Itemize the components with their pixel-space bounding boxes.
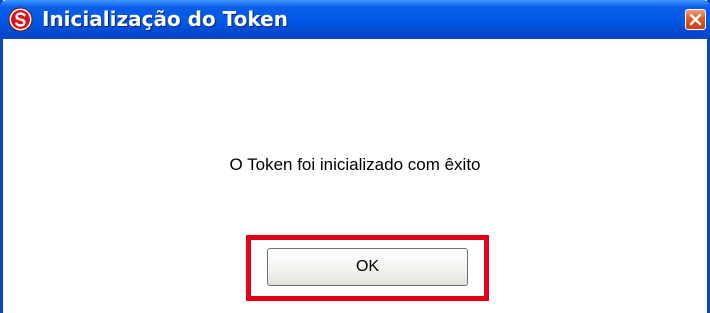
dialog-content: O Token foi inicializado com êxito OK [3, 39, 707, 313]
dialog-window: Inicialização do Token O Token foi inici… [0, 0, 710, 313]
title-bar[interactable]: Inicialização do Token [0, 0, 710, 39]
window-title: Inicialização do Token [42, 7, 288, 31]
app-logo-icon [8, 7, 33, 32]
status-message: O Token foi inicializado com êxito [229, 155, 481, 174]
close-button[interactable] [685, 9, 706, 30]
ok-button[interactable]: OK [267, 248, 468, 286]
close-icon [689, 13, 702, 26]
